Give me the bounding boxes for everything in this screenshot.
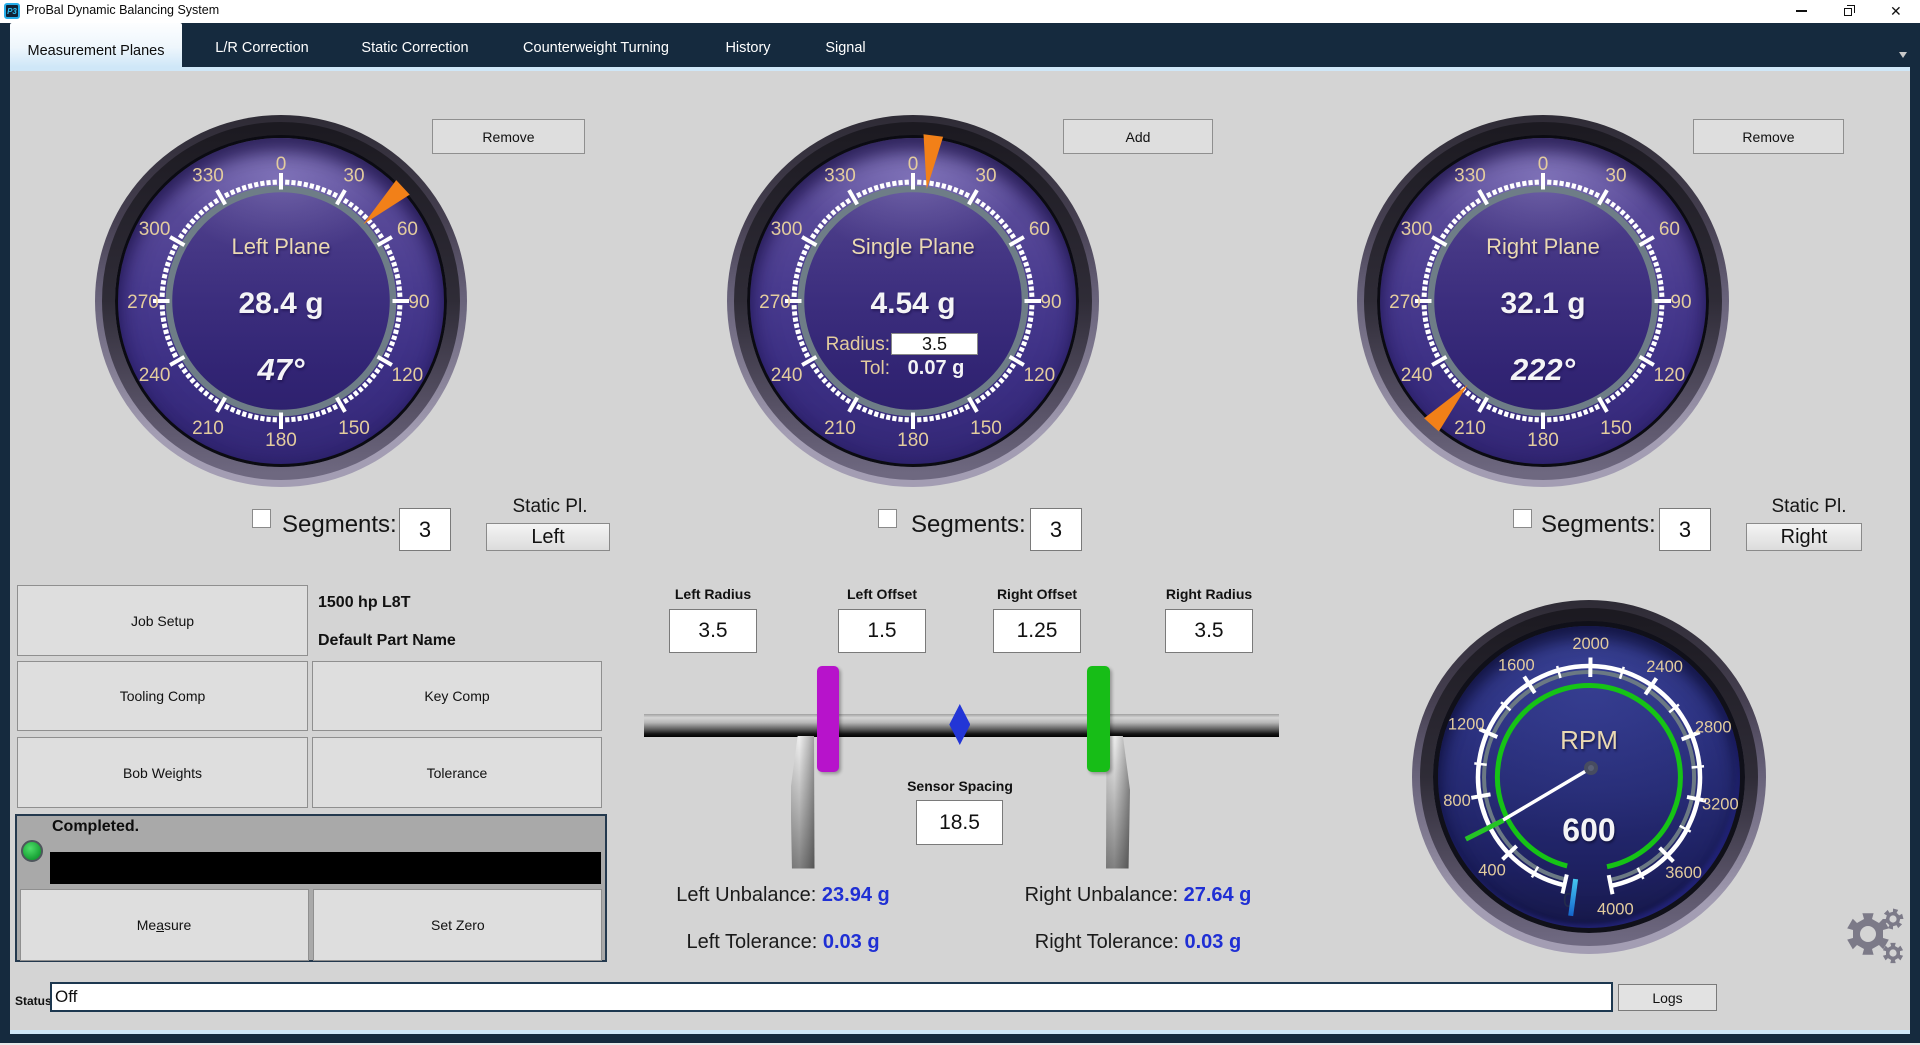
svg-text:210: 210 xyxy=(824,418,856,439)
svg-text:150: 150 xyxy=(338,418,370,439)
svg-text:180: 180 xyxy=(1527,430,1559,451)
svg-text:2000: 2000 xyxy=(1572,635,1609,653)
svg-text:120: 120 xyxy=(1024,365,1056,386)
svg-text:2400: 2400 xyxy=(1646,658,1683,676)
svg-text:30: 30 xyxy=(343,165,364,186)
svg-text:330: 330 xyxy=(192,165,224,186)
svg-text:330: 330 xyxy=(1454,165,1486,186)
svg-text:1600: 1600 xyxy=(1498,656,1535,674)
svg-text:4000: 4000 xyxy=(1597,900,1634,918)
svg-text:330: 330 xyxy=(824,165,856,186)
svg-text:0: 0 xyxy=(1538,154,1549,175)
svg-text:30: 30 xyxy=(1605,165,1626,186)
svg-text:0: 0 xyxy=(908,154,919,175)
svg-text:800: 800 xyxy=(1443,792,1471,810)
svg-text:30: 30 xyxy=(975,165,996,186)
svg-text:210: 210 xyxy=(192,418,224,439)
svg-text:150: 150 xyxy=(1600,418,1632,439)
svg-text:3200: 3200 xyxy=(1702,796,1739,814)
svg-text:400: 400 xyxy=(1478,861,1506,879)
svg-text:3600: 3600 xyxy=(1665,864,1702,882)
svg-text:0: 0 xyxy=(276,154,287,175)
svg-text:180: 180 xyxy=(897,430,929,451)
svg-text:150: 150 xyxy=(970,418,1002,439)
svg-text:210: 210 xyxy=(1454,418,1486,439)
svg-text:180: 180 xyxy=(265,430,297,451)
